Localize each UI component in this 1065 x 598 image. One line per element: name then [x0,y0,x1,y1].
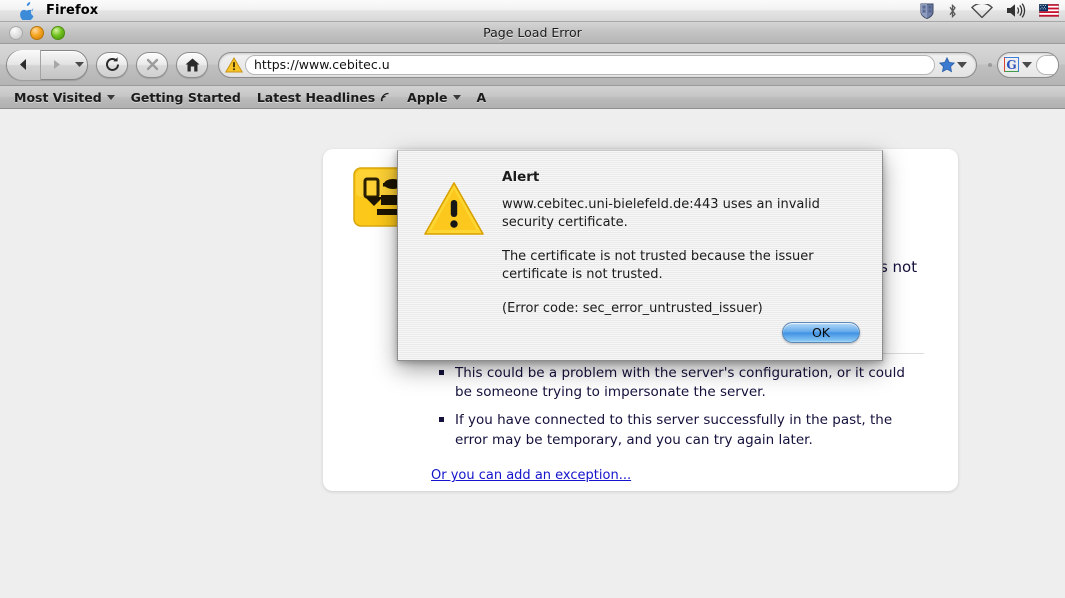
list-item: If you have connected to this server suc… [439,411,924,450]
dialog-line-1: www.cebitec.uni-bielefeld.de:443 uses an… [502,197,820,231]
bookmark-label: A [476,89,487,105]
stop-button[interactable] [136,51,168,78]
history-dropdown-button[interactable] [71,50,87,80]
search-engine-dropdown-caret[interactable] [1022,61,1032,68]
add-exception-link[interactable]: Or you can add an exception... [431,468,631,483]
reload-button[interactable] [96,51,128,78]
bookmark-item-apple[interactable]: Apple [399,86,468,108]
bookmark-item-getting-started[interactable]: Getting Started [123,86,249,108]
back-button[interactable] [7,49,41,80]
bookmarks-toolbar: Most Visited Getting Started Latest Head… [0,86,1065,109]
chevron-down-icon [452,94,461,100]
rss-icon [380,90,391,105]
bookmark-item-truncated[interactable]: A [469,86,495,108]
bookmark-item-most-visited[interactable]: Most Visited [6,86,123,108]
window-titlebar: Page Load Error [0,22,1065,44]
bookmark-label: Getting Started [130,89,241,105]
browser-window: Page Load Error https://www.cebitec.u G … [0,22,1065,598]
url-input[interactable]: https://www.cebitec.u [245,54,935,75]
volume-icon[interactable] [1006,0,1026,22]
bookmark-dropdown-caret[interactable] [957,61,967,68]
bookmark-label: Most Visited [14,89,102,105]
home-button[interactable] [176,51,208,78]
error-bullet-list: This could be a problem with the server'… [439,364,924,450]
ok-button[interactable]: OK [782,322,860,343]
page-content: The certificate is not trusted because t… [0,109,1065,598]
chevron-down-icon [106,94,115,100]
mac-menu-bar: Firefox [0,0,1065,22]
menu-bar-status-items [920,0,1065,22]
us-flag-icon[interactable] [1039,0,1059,22]
url-text: https://www.cebitec.u [254,57,390,72]
list-item: This could be a problem with the server'… [439,364,924,403]
search-bar[interactable]: G [997,51,1059,78]
dialog-line-3: (Error code: sec_error_untrusted_issuer) [502,300,763,316]
forward-button[interactable] [41,50,71,80]
window-title: Page Load Error [483,25,582,40]
wifi-icon[interactable] [971,0,993,22]
google-logo-icon[interactable]: G [1004,57,1019,72]
bookmark-label: Apple [407,89,448,105]
address-bar[interactable]: https://www.cebitec.u [218,51,977,78]
dialog-line-2: The certificate is not trusted because t… [502,248,814,283]
bookmark-item-latest-headlines[interactable]: Latest Headlines [249,86,399,108]
warning-triangle-icon [423,180,485,238]
dialog-message: www.cebitec.uni-bielefeld.de:443 uses an… [502,196,842,333]
bluetooth-icon[interactable] [947,0,958,22]
back-forward-control [6,49,88,80]
menu-app-title[interactable]: Firefox [46,3,98,18]
search-input[interactable] [1036,54,1058,75]
alert-dialog: Alert www.cebitec.uni-bielefeld.de:443 u… [397,150,883,361]
bookmark-label: Latest Headlines [256,89,376,105]
shield-crest-icon[interactable] [920,0,934,22]
apple-logo-icon[interactable] [14,0,40,22]
star-icon [939,56,955,72]
screen: Firefox Page Load Error https://www.cebi… [0,0,1065,598]
toolbar-separator [988,62,992,67]
navigation-toolbar: https://www.cebitec.u G [0,44,1065,86]
dialog-heading: Alert [502,169,540,185]
bookmark-control[interactable] [935,56,973,73]
warning-triangle-icon [223,56,245,73]
